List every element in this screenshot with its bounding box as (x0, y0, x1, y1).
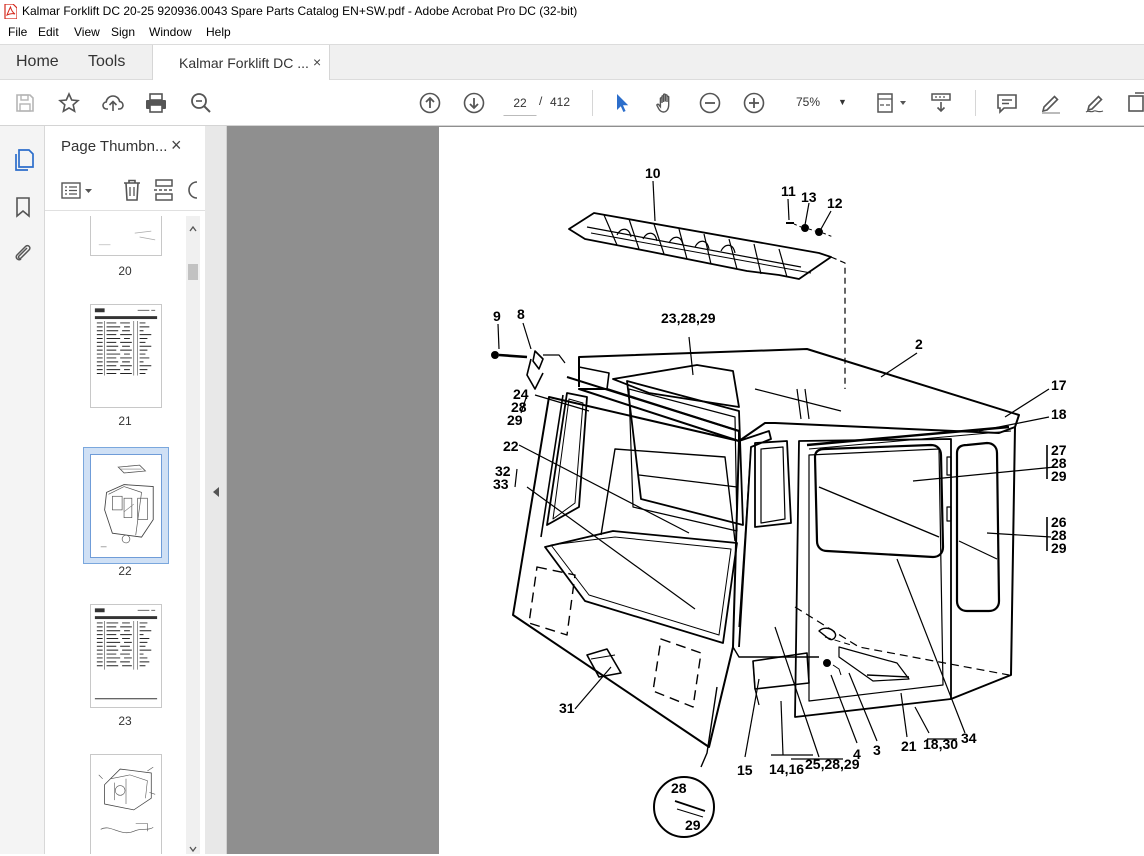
pdf-page: 10 11 13 12 9 8 23,28,29 2 24 28 29 17 1… (439, 127, 1144, 854)
delete-page-icon[interactable] (121, 178, 143, 202)
chevron-down-icon: ▼ (838, 97, 847, 107)
thumbnail-page-20[interactable] (90, 216, 162, 256)
tab-document[interactable]: Kalmar Forklift DC ... × (152, 45, 330, 80)
rotate-page-icon[interactable] (185, 178, 197, 202)
left-navigation-rail (0, 126, 45, 854)
thumbnail-label-20: 20 (118, 264, 132, 278)
thumbnail-page-24[interactable] (90, 754, 162, 854)
menu-bar: File Edit View Sign Window Help (0, 23, 1144, 44)
more-tools-icon[interactable] (1125, 91, 1144, 115)
callout-29-detail: 29 (685, 817, 701, 833)
thumbnail-scrollbar[interactable] (186, 216, 200, 854)
tab-close-icon[interactable]: × (313, 54, 321, 70)
bookmarks-icon[interactable] (14, 196, 32, 218)
collapse-arrow-icon[interactable] (212, 486, 220, 498)
thumbnail-page-23[interactable] (90, 604, 162, 708)
window-title: Kalmar Forklift DC 20-25 920936.0043 Spa… (22, 4, 578, 18)
callout-23-28-29: 23,28,29 (661, 310, 716, 326)
comment-icon[interactable] (995, 91, 1019, 115)
callout-8: 8 (517, 306, 525, 322)
callout-29-left: 29 (507, 412, 523, 428)
thumbnail-options-icon[interactable] (61, 180, 95, 202)
callout-11: 11 (781, 183, 796, 199)
callout-3: 3 (873, 742, 881, 758)
page-thumbnails-icon[interactable] (12, 148, 34, 172)
callout-10: 10 (645, 165, 661, 181)
callout-9: 9 (493, 308, 501, 324)
menu-help[interactable]: Help (206, 25, 231, 39)
previous-page-icon[interactable] (418, 91, 442, 115)
next-page-icon[interactable] (462, 91, 486, 115)
callout-29-upper-right: 29 (1051, 468, 1067, 484)
panel-toolbar (45, 172, 205, 211)
callout-21: 21 (901, 738, 917, 754)
attachments-paperclip-icon[interactable] (12, 242, 34, 264)
thumbnail-list: 20 21 22 23 (45, 216, 185, 854)
hand-tool-icon[interactable] (654, 91, 678, 115)
tab-tools[interactable]: Tools (88, 53, 125, 71)
title-bar: Kalmar Forklift DC 20-25 920936.0043 Spa… (0, 0, 1144, 23)
callout-4: 4 (853, 746, 861, 762)
panel-title: Page Thumbn... (61, 138, 168, 155)
scroll-down-arrow-icon[interactable] (189, 842, 197, 853)
save-icon[interactable] (13, 91, 37, 115)
page-number-input[interactable]: 22 (503, 90, 537, 116)
panel-collapse-strip[interactable] (205, 126, 227, 854)
thumbnail-page-21[interactable] (90, 304, 162, 408)
page-fit-icon[interactable] (875, 91, 909, 115)
main-toolbar: 22 / 412 75% ▼ (0, 80, 1144, 126)
menu-window[interactable]: Window (149, 25, 192, 39)
zoom-value: 75% (796, 95, 821, 109)
tab-home[interactable]: Home (16, 53, 59, 71)
menu-sign[interactable]: Sign (111, 25, 135, 39)
select-cursor-icon[interactable] (610, 91, 634, 115)
toolbar-divider (975, 90, 976, 116)
scroll-mode-icon[interactable] (929, 91, 953, 115)
callout-33: 33 (493, 476, 509, 492)
draw-sign-icon[interactable] (1083, 91, 1107, 115)
page-total: 412 (550, 95, 571, 109)
callout-2: 2 (915, 336, 923, 352)
scrollbar-thumb[interactable] (188, 264, 198, 280)
acrobat-app-icon (4, 4, 17, 19)
thumbnail-label-22: 22 (118, 564, 132, 578)
thumbnail-label-21: 21 (118, 414, 132, 428)
upload-cloud-icon[interactable] (101, 91, 125, 115)
bookmark-star-icon[interactable] (57, 91, 81, 115)
exploded-cab-diagram: 10 11 13 12 9 8 23,28,29 2 24 28 29 17 1… (491, 165, 1067, 838)
zoom-search-icon[interactable] (189, 91, 213, 115)
highlight-pen-icon[interactable] (1039, 91, 1063, 115)
tab-bar: Home Tools Kalmar Forklift DC ... × (0, 44, 1144, 80)
callout-15: 15 (737, 762, 753, 778)
callout-14-16: 14,16 (769, 761, 804, 777)
callout-31: 31 (559, 700, 575, 716)
zoom-level-dropdown[interactable]: 75% ▼ (786, 90, 852, 114)
zoom-in-icon[interactable] (742, 91, 766, 115)
thumbnail-label-23: 23 (118, 714, 132, 728)
callout-17: 17 (1051, 377, 1067, 393)
callout-13: 13 (801, 189, 817, 205)
callout-12: 12 (827, 195, 843, 211)
callout-25-28-29: 25,28,29 (805, 756, 860, 772)
page-thumbnails-panel: Page Thumbn... × 20 21 22 23 (45, 126, 205, 854)
zoom-out-icon[interactable] (698, 91, 722, 115)
callout-28-detail: 28 (671, 780, 687, 796)
page-separator: / (539, 94, 543, 108)
toolbar-divider (592, 90, 593, 116)
panel-close-icon[interactable]: × (171, 135, 182, 156)
callout-29-lower-right: 29 (1051, 540, 1067, 556)
callout-18: 18 (1051, 406, 1067, 422)
menu-view[interactable]: View (74, 25, 100, 39)
scroll-up-arrow-icon[interactable] (189, 222, 197, 232)
callout-22: 22 (503, 438, 519, 454)
document-view[interactable]: 10 11 13 12 9 8 23,28,29 2 24 28 29 17 1… (227, 126, 1144, 854)
callout-18-30: 18,30 (923, 736, 958, 752)
tab-document-label: Kalmar Forklift DC ... (179, 55, 309, 71)
print-icon[interactable] (144, 91, 168, 115)
thumbnail-page-22[interactable] (90, 454, 162, 558)
insert-page-icon[interactable] (153, 178, 175, 202)
menu-file[interactable]: File (8, 25, 27, 39)
callout-34: 34 (961, 730, 977, 746)
menu-edit[interactable]: Edit (38, 25, 59, 39)
